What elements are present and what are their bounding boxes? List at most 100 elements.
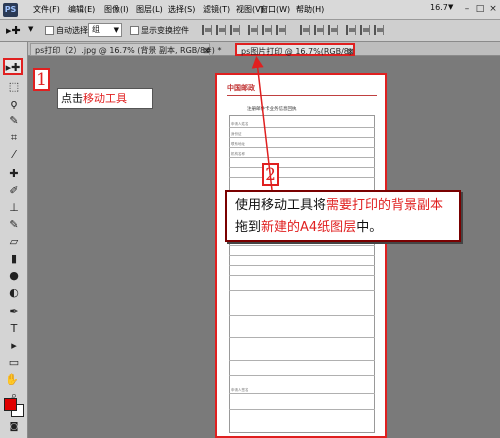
form-line <box>229 409 375 410</box>
form-line <box>229 157 375 158</box>
step-2-highlight: 新建的A4纸图层 <box>261 220 357 235</box>
eyedropper-tool-icon[interactable]: ⁄ <box>5 147 23 162</box>
minimize-icon[interactable]: – <box>461 3 473 15</box>
clone-stamp-icon[interactable]: ⊥ <box>5 200 23 215</box>
menu-select[interactable]: 选择(S) <box>168 4 195 15</box>
form-row-label: 身份证 <box>231 132 242 136</box>
chevron-down-icon[interactable]: ▼ <box>28 25 33 33</box>
photoshop-logo: PS <box>3 3 18 17</box>
move-tool-icon[interactable]: ▸✚ <box>3 58 23 75</box>
healing-brush-icon[interactable]: ✚ <box>5 166 23 181</box>
document-tab-bar: ps打印（2）.jpg @ 16.7% (背景 副本, RGB/8#) * ⊠ … <box>28 42 500 56</box>
hand-tool-icon[interactable]: ✋ <box>3 372 21 387</box>
options-bar: ▸✚ ▼ 自动选择: 组 ▼ 显示变换控件 <box>0 20 500 42</box>
lasso-tool-icon[interactable]: ϙ <box>5 96 23 111</box>
move-tool-icon[interactable]: ▸✚ <box>6 24 21 37</box>
quick-mask-icon[interactable]: ◙ <box>5 420 23 435</box>
auto-select-checkbox[interactable] <box>45 26 54 35</box>
crop-tool-icon[interactable]: ⌗ <box>5 130 23 145</box>
history-brush-icon[interactable]: ✎ <box>5 217 23 232</box>
form-line <box>229 147 375 148</box>
brush-tool-icon[interactable]: ✐ <box>5 183 23 198</box>
close-icon[interactable]: × <box>487 3 499 15</box>
menu-window[interactable]: 窗口(W) <box>260 4 290 15</box>
type-tool-icon[interactable]: T <box>5 321 23 336</box>
step-2-highlight: 需要打印的背景副本 <box>326 198 444 213</box>
tab-label: ps打印（2）.jpg @ 16.7% (背景 副本, RGB/8#) * <box>35 46 222 55</box>
zoom-level[interactable]: 16.7 <box>430 3 448 12</box>
align-left-icon[interactable] <box>248 25 258 35</box>
menu-layer[interactable]: 图层(L) <box>136 4 163 15</box>
shape-tool-icon[interactable]: ▭ <box>5 355 23 370</box>
menu-image[interactable]: 图像(I) <box>104 4 129 15</box>
show-transform-checkbox[interactable] <box>130 26 139 35</box>
form-line <box>229 255 375 256</box>
form-line <box>229 360 375 361</box>
document-title: 注册邮件卡业务信息回执 <box>247 107 297 112</box>
step-2-text: 中。 <box>356 220 383 235</box>
tab-document-1[interactable]: ps打印（2）.jpg @ 16.7% (背景 副本, RGB/8#) * ⊠ <box>30 43 221 56</box>
document-header-rule <box>227 95 377 96</box>
auto-select-dropdown[interactable]: 组 ▼ <box>88 23 122 37</box>
step-1-text: 点击 <box>61 92 83 105</box>
a4-document[interactable]: 中国邮政 注册邮件卡业务信息回执 申请人姓名 身份证 联系地址 机构名称 申请人… <box>215 73 387 438</box>
form-row-label: 机构名称 <box>231 152 245 156</box>
distribute-hcenter-icon[interactable] <box>360 25 370 35</box>
menu-bar: PS 文件(F) 编辑(E) 图像(I) 图层(L) 选择(S) 滤镜(T) 视… <box>0 0 500 20</box>
auto-select-label: 自动选择: <box>56 26 91 35</box>
form-line <box>229 265 375 266</box>
step-1-highlight: 移动工具 <box>83 92 127 105</box>
dodge-tool-icon[interactable]: ◐ <box>5 285 23 300</box>
align-vertical-center-icon[interactable] <box>216 25 226 35</box>
form-line <box>229 137 375 138</box>
distribute-right-icon[interactable] <box>374 25 384 35</box>
document-logo: 中国邮政 <box>227 84 255 92</box>
distribute-top-icon[interactable] <box>300 25 310 35</box>
align-horizontal-center-icon[interactable] <box>262 25 272 35</box>
form-line <box>229 375 375 376</box>
gradient-tool-icon[interactable]: ▮ <box>5 251 23 266</box>
form-line <box>229 275 375 276</box>
document-form-table <box>229 115 375 433</box>
foreground-color-swatch[interactable] <box>4 398 17 411</box>
form-line <box>229 127 375 128</box>
form-line <box>229 245 375 246</box>
form-line <box>229 167 375 168</box>
step-2-text: 使用移动工具将 <box>235 198 327 213</box>
chevron-down-icon: ▼ <box>113 26 119 34</box>
chevron-down-icon[interactable]: ▼ <box>448 3 453 11</box>
menu-filter[interactable]: 滤镜(T) <box>203 4 230 15</box>
step-2-text: 拖到 <box>235 220 262 235</box>
form-row-label: 申请人姓名 <box>231 122 249 126</box>
menu-help[interactable]: 帮助(H) <box>296 4 324 15</box>
form-line <box>229 177 375 178</box>
form-line <box>229 337 375 338</box>
marquee-tool-icon[interactable]: ⬚ <box>5 79 23 94</box>
step-1-callout: 点击移动工具 <box>57 88 153 109</box>
align-right-icon[interactable] <box>276 25 286 35</box>
show-transform-label: 显示变换控件 <box>141 26 189 35</box>
distribute-bottom-icon[interactable] <box>328 25 338 35</box>
blur-tool-icon[interactable]: ● <box>5 268 23 283</box>
form-row-label: 申请人签名 <box>231 388 249 392</box>
distribute-center-icon[interactable] <box>314 25 324 35</box>
eraser-tool-icon[interactable]: ▱ <box>5 234 23 249</box>
quick-select-tool-icon[interactable]: ✎ <box>5 113 23 128</box>
tab-label: ps图片打印 @ 16.7%(RGB/8) <box>241 47 353 56</box>
menu-edit[interactable]: 编辑(E) <box>68 4 95 15</box>
auto-select-value: 组 <box>92 25 100 34</box>
maximize-icon[interactable]: □ <box>474 3 486 15</box>
tab-document-2[interactable]: ps图片打印 @ 16.7%(RGB/8) ⊠ <box>235 43 355 56</box>
form-line <box>229 290 375 291</box>
step-1-number: 1 <box>33 68 50 91</box>
menu-file[interactable]: 文件(F) <box>33 4 60 15</box>
form-line <box>229 393 375 394</box>
distribute-left-icon[interactable] <box>346 25 356 35</box>
path-select-icon[interactable]: ▸ <box>5 338 23 353</box>
toolbox: ▸✚ ⬚ ϙ ✎ ⌗ ⁄ ✚ ✐ ⊥ ✎ ▱ ▮ ● ◐ ✒ T ▸ ▭ ✋ ⌕… <box>0 42 28 438</box>
align-top-icon[interactable] <box>202 25 212 35</box>
step-2-number: 2 <box>262 163 279 186</box>
pen-tool-icon[interactable]: ✒ <box>5 304 23 319</box>
align-bottom-icon[interactable] <box>230 25 240 35</box>
form-row-label: 联系地址 <box>231 142 245 146</box>
